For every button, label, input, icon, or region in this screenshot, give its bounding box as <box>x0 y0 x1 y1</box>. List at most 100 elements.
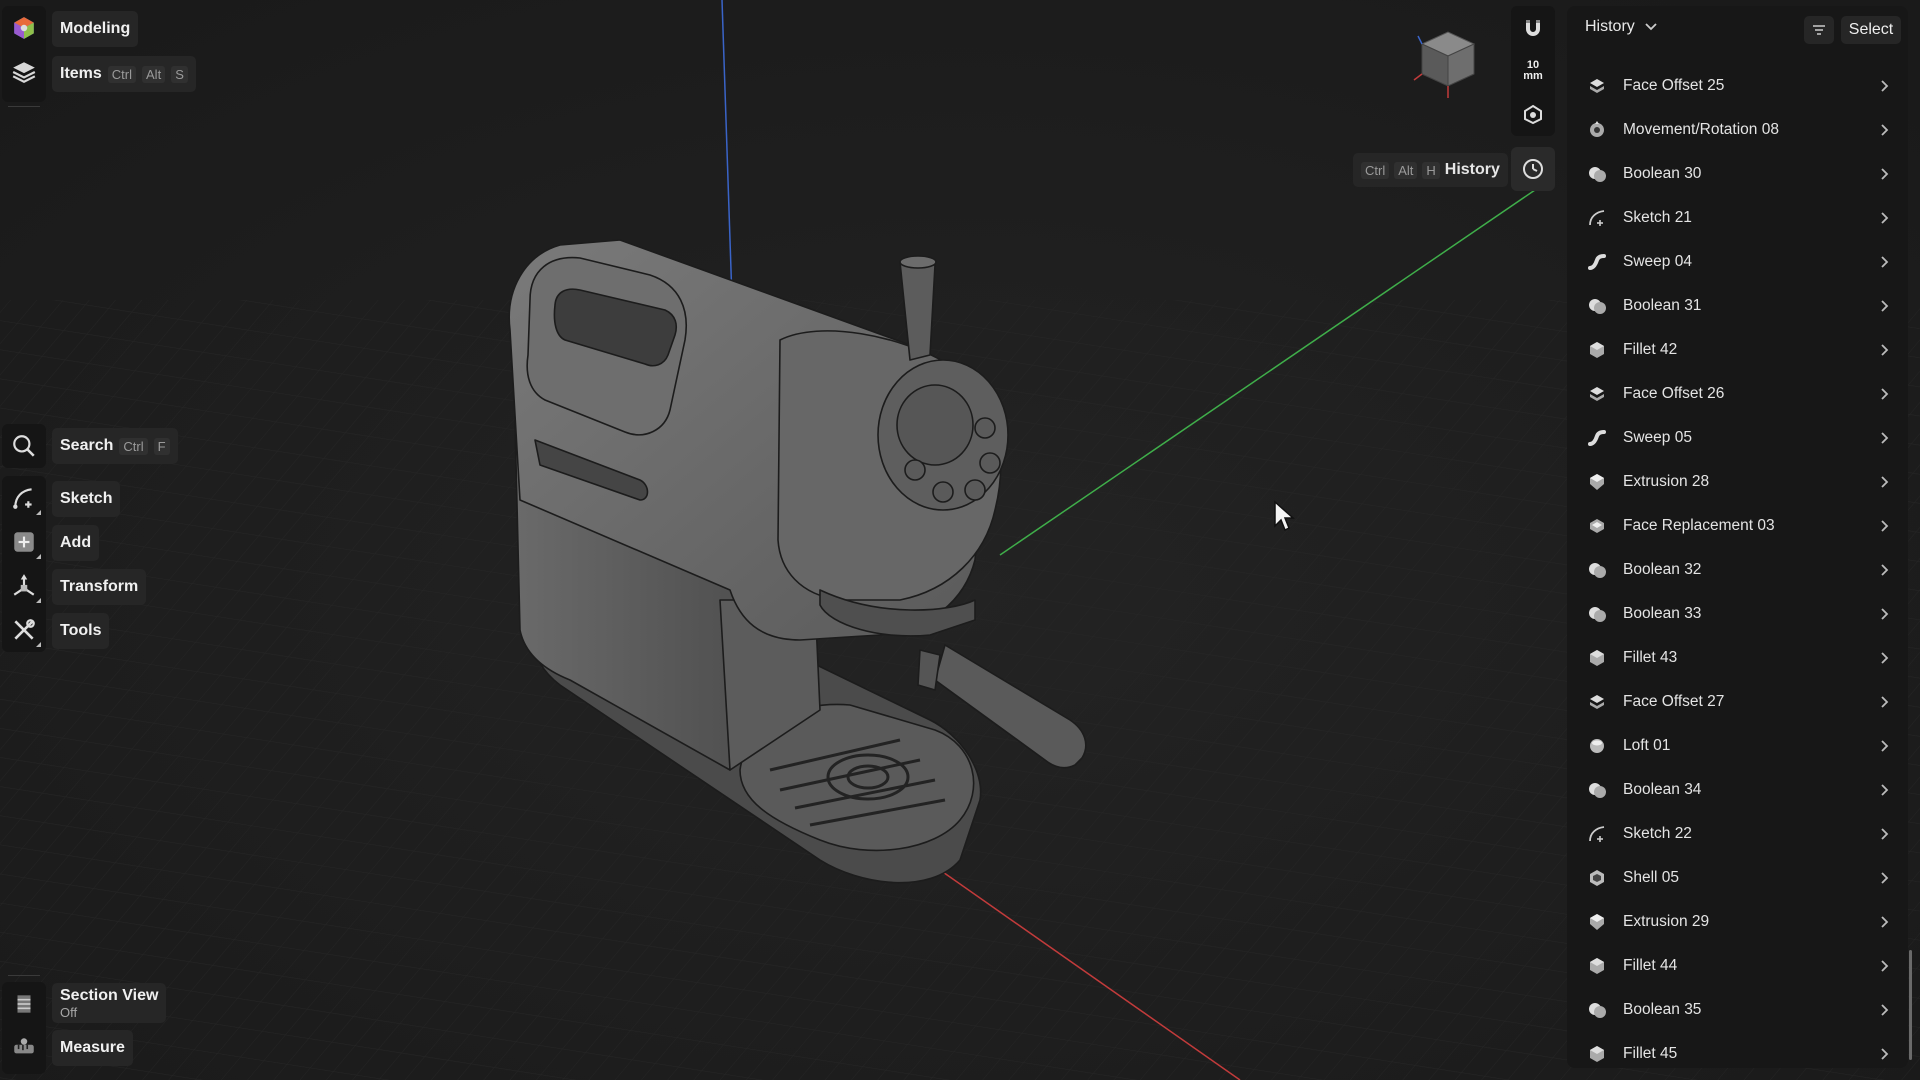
chevron-right-icon[interactable] <box>1879 827 1889 841</box>
tools-label[interactable]: Tools <box>52 613 110 649</box>
history-item[interactable]: Face Offset 27 <box>1567 680 1908 724</box>
navigation-cube[interactable] <box>1408 24 1482 104</box>
history-panel: History Select Face Offset 25 Movement/Ro… <box>1567 6 1908 1068</box>
history-title: History <box>1585 18 1635 35</box>
filter-button[interactable] <box>1804 16 1834 44</box>
select-button[interactable]: Select <box>1841 16 1901 44</box>
chevron-right-icon[interactable] <box>1879 563 1889 577</box>
snap-button[interactable] <box>1511 6 1555 49</box>
history-item-label: Fillet 43 <box>1623 649 1678 666</box>
history-item[interactable]: Boolean 35 <box>1567 988 1908 1032</box>
sketch-icon <box>1589 826 1605 842</box>
fillet-icon <box>1590 342 1604 358</box>
chevron-right-icon[interactable] <box>1879 79 1889 93</box>
modeling-label[interactable]: Modeling <box>52 11 139 47</box>
units-value: 10 <box>1526 58 1540 71</box>
chevron-right-icon[interactable] <box>1879 123 1889 137</box>
sketch-label[interactable]: Sketch <box>52 481 121 517</box>
search-icon <box>13 435 35 457</box>
history-toggle-button[interactable] <box>1511 147 1555 191</box>
add-label[interactable]: Add <box>52 525 100 561</box>
history-item[interactable]: Boolean 32 <box>1567 548 1908 592</box>
chevron-right-icon[interactable] <box>1879 651 1889 665</box>
section-view-label[interactable]: Section View Off <box>52 983 167 1023</box>
chevron-right-icon[interactable] <box>1879 1047 1889 1061</box>
shortcut-key: Ctrl <box>119 437 148 455</box>
chevron-right-icon[interactable] <box>1879 299 1889 313</box>
section-view-state: Off <box>60 1004 78 1020</box>
sketch-tool-button[interactable] <box>2 476 46 520</box>
history-item-label: Extrusion 29 <box>1623 913 1710 930</box>
history-item[interactable]: Face Offset 25 <box>1567 64 1908 108</box>
chevron-right-icon[interactable] <box>1879 343 1889 357</box>
boolean-icon <box>1589 607 1606 622</box>
boolean-icon <box>1589 299 1606 314</box>
history-item[interactable]: Sweep 05 <box>1567 416 1908 460</box>
filter-icon <box>1813 25 1825 35</box>
history-shortcut-hint[interactable]: Ctrl Alt H History <box>1353 153 1508 187</box>
history-item-label: Fillet 42 <box>1623 341 1678 358</box>
chevron-right-icon[interactable] <box>1879 607 1889 621</box>
history-dropdown[interactable]: History <box>1585 18 1657 36</box>
history-item[interactable]: Boolean 31 <box>1567 284 1908 328</box>
history-item[interactable]: Face Replacement 03 <box>1567 504 1908 548</box>
history-item[interactable]: Loft 01 <box>1567 724 1908 768</box>
items-label[interactable]: Items Ctrl Alt S <box>52 56 196 92</box>
transform-label[interactable]: Transform <box>52 569 147 605</box>
history-item[interactable]: Fillet 42 <box>1567 328 1908 372</box>
view-button[interactable] <box>1511 92 1555 135</box>
history-item[interactable]: Movement/Rotation 08 <box>1567 108 1908 152</box>
history-item-label: Boolean 32 <box>1623 561 1702 578</box>
history-item[interactable]: Boolean 33 <box>1567 592 1908 636</box>
history-item[interactable]: Fillet 43 <box>1567 636 1908 680</box>
chevron-right-icon[interactable] <box>1879 387 1889 401</box>
toolbar-separator <box>8 975 40 976</box>
history-item-label: Sketch 22 <box>1623 825 1692 842</box>
extrusion-icon <box>1590 914 1604 930</box>
search-label[interactable]: Search Ctrl F <box>52 428 178 464</box>
history-item[interactable]: Sweep 04 <box>1567 240 1908 284</box>
shortcut-key: Ctrl <box>1361 161 1390 179</box>
boolean-icon <box>1589 783 1606 798</box>
chevron-right-icon[interactable] <box>1879 871 1889 885</box>
measure-label[interactable]: Measure <box>52 1030 133 1066</box>
units-button[interactable]: 10 mm <box>1511 49 1555 92</box>
history-item[interactable]: Fillet 45 <box>1567 1032 1908 1068</box>
chevron-right-icon[interactable] <box>1879 739 1889 753</box>
chevron-right-icon[interactable] <box>1879 255 1889 269</box>
history-item-label: Fillet 45 <box>1623 1045 1678 1062</box>
history-item[interactable]: Sketch 21 <box>1567 196 1908 240</box>
history-item[interactable]: Boolean 30 <box>1567 152 1908 196</box>
face-offset-icon <box>1590 387 1604 401</box>
search-button[interactable] <box>2 424 46 468</box>
chevron-right-icon[interactable] <box>1879 695 1889 709</box>
history-item[interactable]: Face Offset 26 <box>1567 372 1908 416</box>
chevron-right-icon[interactable] <box>1879 167 1889 181</box>
history-item[interactable]: Extrusion 28 <box>1567 460 1908 504</box>
chevron-right-icon[interactable] <box>1879 915 1889 929</box>
chevron-right-icon[interactable] <box>1879 519 1889 533</box>
shortcut-key: Alt <box>1394 161 1418 179</box>
modeling-mode-button[interactable] <box>2 6 46 50</box>
history-item-label: Boolean 30 <box>1623 165 1702 182</box>
chevron-right-icon[interactable] <box>1879 783 1889 797</box>
history-item[interactable]: Fillet 44 <box>1567 944 1908 988</box>
measure-button[interactable] <box>2 1026 46 1070</box>
history-item-label: Face Offset 26 <box>1623 385 1725 402</box>
chevron-right-icon[interactable] <box>1879 431 1889 445</box>
history-item[interactable]: Sketch 22 <box>1567 812 1908 856</box>
section-view-button[interactable] <box>2 982 46 1026</box>
chevron-right-icon[interactable] <box>1879 211 1889 225</box>
chevron-right-icon[interactable] <box>1879 475 1889 489</box>
history-item[interactable]: Shell 05 <box>1567 856 1908 900</box>
items-button[interactable] <box>2 50 46 94</box>
history-scrollbar[interactable] <box>1909 950 1912 1060</box>
add-tool-button[interactable] <box>2 520 46 564</box>
chevron-right-icon[interactable] <box>1879 959 1889 973</box>
history-item[interactable]: Extrusion 29 <box>1567 900 1908 944</box>
shortcut-key: F <box>153 437 170 455</box>
tools-tool-button[interactable] <box>2 608 46 652</box>
history-item[interactable]: Boolean 34 <box>1567 768 1908 812</box>
chevron-right-icon[interactable] <box>1879 1003 1889 1017</box>
transform-tool-button[interactable] <box>2 564 46 608</box>
